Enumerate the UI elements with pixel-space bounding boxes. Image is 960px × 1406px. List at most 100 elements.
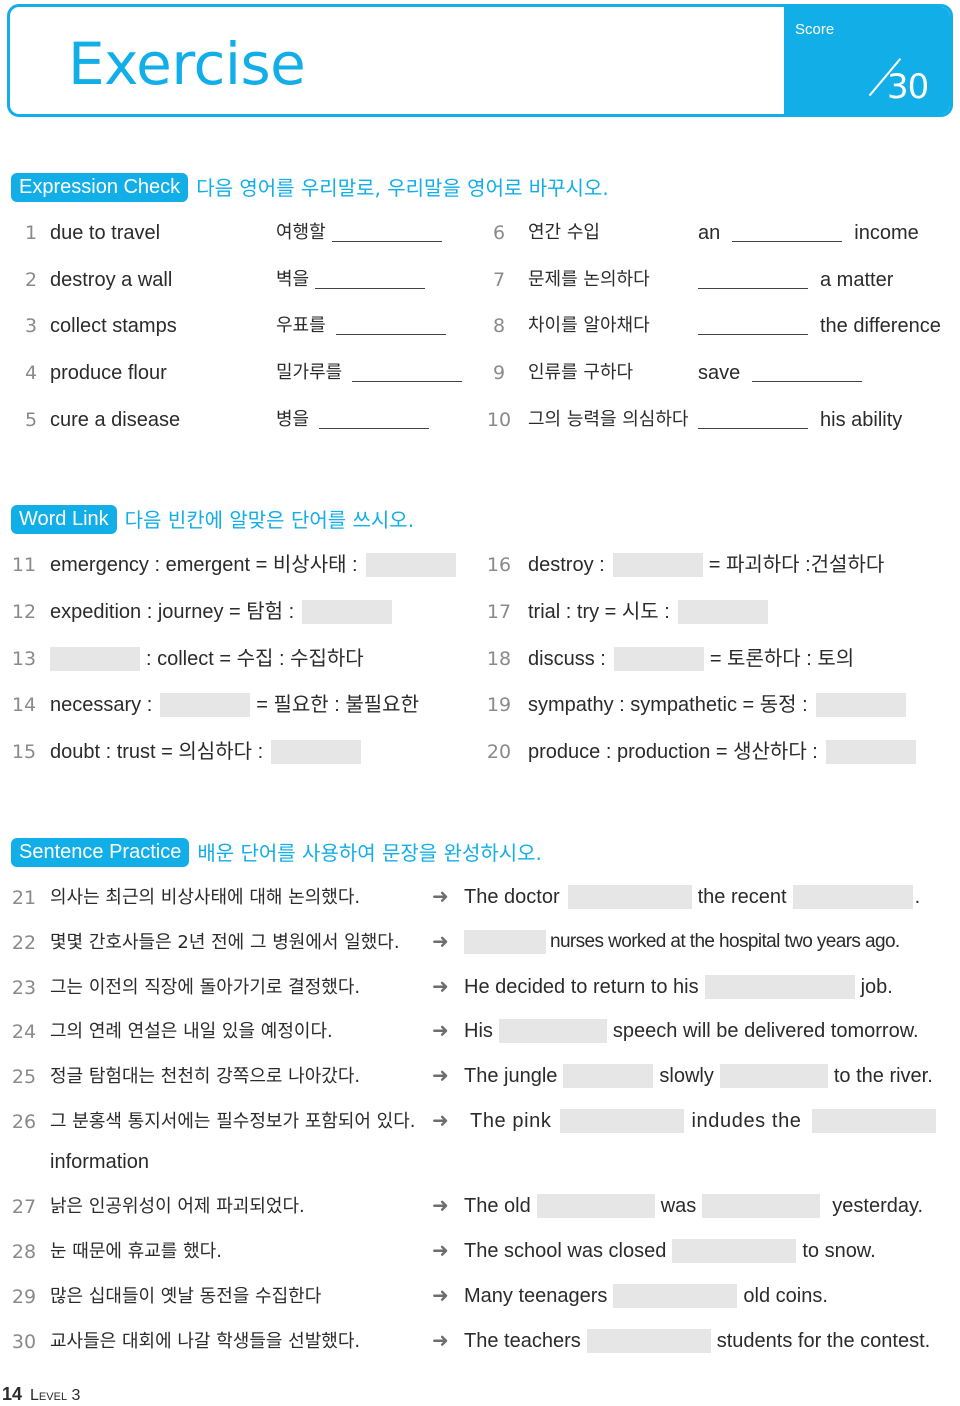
item-number: 10 (486, 409, 512, 431)
item-number: 30 (11, 1331, 37, 1353)
sentence-part: The doctor (464, 886, 560, 908)
answer-blank[interactable] (536, 1194, 655, 1218)
answer-blank[interactable] (811, 1109, 936, 1133)
sentence-part: students for the contest. (716, 1330, 931, 1352)
arrow-right-icon: ➜ (432, 886, 449, 908)
item-number: 21 (11, 887, 37, 909)
score-total: 30 (887, 67, 929, 107)
sentence-part: slowly (659, 1065, 714, 1087)
answer-line[interactable] (732, 240, 843, 242)
sentence-practice-instruction: 배운 단어를 사용하여 문장을 완성하시오. (197, 840, 542, 865)
item-text: : collect = 수집 : 수집하다 (146, 648, 364, 670)
page-footer: 14 Level 3 (2, 1384, 80, 1405)
sentence-part: His (464, 1020, 493, 1042)
item-before: save (698, 362, 741, 384)
item-prompt: 문제를 논의하다 (528, 269, 650, 290)
answer-line[interactable] (752, 380, 863, 382)
item-answer-prefix: 밀가루를 (276, 362, 343, 383)
item-prompt: collect stamps (50, 315, 177, 337)
expression-item-5: 5 cure a disease 병을 (16, 407, 430, 433)
sentence-part: nurses worked at the hospital two years … (550, 931, 900, 952)
answer-line[interactable] (698, 427, 808, 429)
answer-blank[interactable] (677, 600, 768, 624)
answer-blank[interactable] (672, 1239, 797, 1263)
sentence-part: the recent (697, 886, 787, 908)
answer-blank[interactable] (612, 553, 703, 577)
sentence-item-22-en: ➜ nurses worked at the hospital two year… (432, 929, 900, 955)
word-link-badge: Word Link (11, 505, 117, 534)
item-number: 8 (492, 315, 506, 337)
expression-item-1: 1 due to travel 여행할 (16, 220, 442, 246)
sentence-item-29-en: ➜ Many teenagers old coins. (432, 1283, 828, 1309)
item-number: 20 (486, 741, 512, 763)
answer-line[interactable] (352, 380, 463, 382)
item-number: 5 (24, 409, 38, 431)
answer-blank[interactable] (563, 1064, 654, 1088)
score-box: Score 30 (784, 7, 950, 114)
sentence-item-29-ko: 29 많은 십대들이 옛날 동전을 수집한다 (8, 1284, 321, 1310)
answer-blank[interactable] (586, 1329, 711, 1353)
answer-blank[interactable] (302, 600, 393, 624)
item-prompt: cure a disease (50, 409, 181, 431)
sentence-part: The jungle (464, 1065, 558, 1087)
answer-line[interactable] (335, 333, 446, 335)
answer-blank[interactable] (792, 885, 913, 909)
item-text-after: = 필요한 : 불필요한 (256, 694, 419, 716)
answer-blank[interactable] (50, 647, 140, 671)
answer-blank[interactable] (704, 975, 855, 999)
item-number: 2 (24, 269, 38, 291)
answer-blank[interactable] (613, 647, 704, 671)
answer-blank[interactable] (702, 1194, 821, 1218)
sentence-part: to the river. (833, 1065, 933, 1087)
answer-blank[interactable] (498, 1019, 607, 1043)
answer-blank[interactable] (160, 693, 251, 717)
sentence-item-25-ko: 25 정글 탐험대는 천천히 강쪽으로 나아갔다. (8, 1064, 360, 1090)
answer-line[interactable] (698, 333, 808, 335)
answer-blank[interactable] (365, 553, 456, 577)
arrow-right-icon: ➜ (432, 976, 449, 998)
sentence-item-21-en: ➜ The doctor the recent . (432, 884, 920, 910)
answer-blank[interactable] (464, 930, 546, 954)
sentence-item-30-ko: 30 교사들은 대회에 나갈 학생들을 선발했다. (8, 1329, 360, 1355)
expression-item-3: 3 collect stamps 우표를 (16, 313, 446, 339)
answer-blank[interactable] (271, 740, 362, 764)
answer-blank[interactable] (825, 740, 916, 764)
sentence-item-22-ko: 22 몇몇 간호사들은 2년 전에 그 병원에서 일했다. (8, 930, 400, 956)
answer-line[interactable] (315, 287, 426, 289)
sentence-item-25-en: ➜ The jungle slowly to the river. (432, 1063, 933, 1089)
word-link-item-20: 20 produce : production = 생산하다 : (484, 739, 916, 765)
item-number: 24 (11, 1021, 37, 1043)
score-label: Score (795, 21, 835, 38)
sentence-item-26-ko: 26 그 분홍색 통지서에는 필수정보가 포함되어 있다. (8, 1109, 416, 1135)
item-text: produce : production = 생산하다 : (528, 741, 818, 763)
item-number: 25 (11, 1066, 37, 1088)
item-number: 12 (11, 601, 37, 623)
sentence-part: The school was closed (464, 1240, 667, 1262)
sentence-item-24-ko: 24 그의 연례 연설은 내일 있을 예정이다. (8, 1019, 333, 1045)
answer-blank[interactable] (613, 1284, 738, 1308)
korean-sentence: 눈 때문에 휴교를 했다. (50, 1241, 222, 1262)
sentence-part: to snow. (802, 1240, 876, 1262)
sentence-part: He decided to return to his (464, 976, 699, 998)
answer-line[interactable] (319, 427, 430, 429)
item-text: expedition : journey = 탐험 : (50, 601, 295, 623)
answer-blank[interactable] (567, 885, 692, 909)
expression-check-instruction: 다음 영어를 우리말로, 우리말을 영어로 바꾸시오. (196, 175, 609, 200)
answer-blank[interactable] (719, 1064, 828, 1088)
word-link-item-17: 17 trial : try = 시도 : (484, 599, 768, 625)
arrow-right-icon: ➜ (432, 931, 449, 953)
arrow-right-icon: ➜ (432, 1065, 449, 1087)
answer-line[interactable] (698, 287, 808, 289)
korean-sentence: 의사는 최근의 비상사태에 대해 논의했다. (50, 887, 361, 908)
word-link-item-15: 15 doubt : trust = 의심하다 : (8, 739, 362, 765)
item-answer-prefix: 벽을 (276, 269, 310, 290)
item-text: emergency : emergent = 비상사태 : (50, 554, 358, 576)
answer-blank[interactable] (815, 693, 906, 717)
sentence-part: was (660, 1195, 697, 1217)
item-answer-prefix: 여행할 (276, 222, 326, 243)
answer-blank[interactable] (559, 1109, 684, 1133)
sentence-part: indudes the (691, 1110, 802, 1132)
sentence-item-23-ko: 23 그는 이전의 직장에 돌아가기로 결정했다. (8, 975, 360, 1001)
answer-line[interactable] (331, 240, 442, 242)
arrow-right-icon: ➜ (432, 1330, 449, 1352)
